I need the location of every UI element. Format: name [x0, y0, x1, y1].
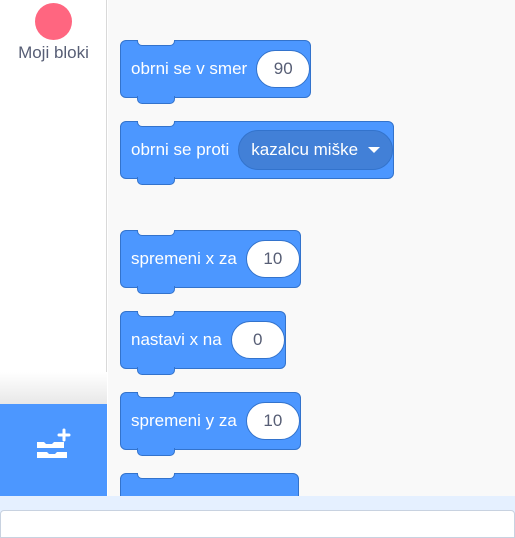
add-extension-icon [37, 428, 71, 458]
add-extension-button[interactable] [0, 404, 107, 496]
towards-dropdown[interactable]: kazalcu miške [238, 130, 394, 170]
bottom-panel [0, 510, 515, 538]
block-label: spremeni y za [131, 411, 237, 430]
block-label: obrni se v smer [131, 59, 248, 78]
block-label: spremeni x za [131, 249, 237, 268]
direction-input[interactable]: 90 [256, 50, 311, 88]
block-set-y-to-partial[interactable] [120, 473, 299, 496]
change-x-input[interactable]: 10 [245, 240, 300, 278]
change-y-input[interactable]: 10 [245, 402, 300, 440]
category-my-blocks-label[interactable]: Moji bloki [0, 43, 107, 63]
dropdown-caret-icon [368, 147, 381, 153]
block-palette[interactable]: obrni se v smer 90 obrni se proti kazalc… [108, 0, 515, 496]
block-point-in-direction[interactable]: obrni se v smer 90 [120, 40, 312, 104]
set-x-input[interactable]: 0 [230, 321, 285, 359]
block-change-y-by[interactable]: spremeni y za 10 [120, 392, 301, 456]
block-label: nastavi x na [131, 330, 222, 349]
category-my-blocks-dot[interactable] [35, 3, 72, 40]
block-change-x-by[interactable]: spremeni x za 10 [120, 230, 301, 294]
block-label: obrni se proti [131, 140, 230, 159]
block-point-towards[interactable]: obrni se proti kazalcu miške [120, 121, 395, 185]
block-set-x-to[interactable]: nastavi x na 0 [120, 311, 286, 375]
towards-dropdown-value: kazalcu miške [251, 140, 359, 159]
category-scroll-fade [0, 372, 107, 404]
